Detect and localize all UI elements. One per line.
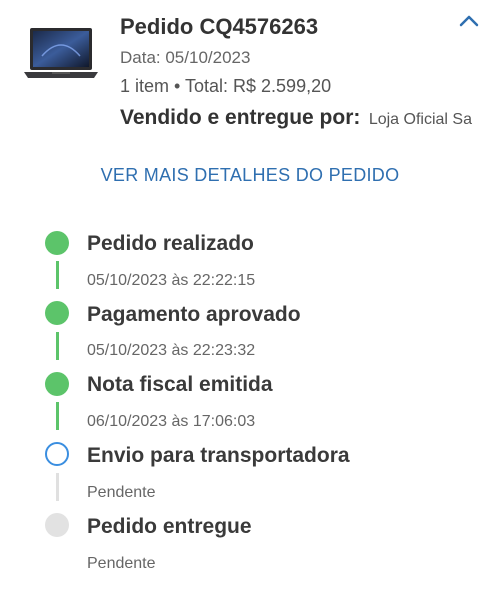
step-status: Pendente xyxy=(87,484,156,501)
step-title: Envio para transportadora xyxy=(87,444,350,467)
step-done-dot xyxy=(45,231,69,255)
step-current-dot xyxy=(45,442,69,466)
step-title: Nota fiscal emitida xyxy=(87,373,273,396)
order-summary: 1 item • Total: R$ 2.599,20 xyxy=(120,76,332,96)
seller-info: Vendido e entregue por: Loja Oficial Sa xyxy=(120,106,500,130)
step-done-dot xyxy=(45,372,69,396)
order-title: Pedido CQ4576263 xyxy=(120,14,319,39)
step-timestamp: 05/10/2023 às 22:23:32 xyxy=(87,342,256,359)
step-status: Pendente xyxy=(87,555,156,572)
order-details-link[interactable]: VER MAIS DETALHES DO PEDIDO xyxy=(0,165,500,186)
step-connector xyxy=(56,261,59,289)
step-title: Pagamento aprovado xyxy=(87,303,301,326)
step-pending-dot xyxy=(45,513,69,537)
step-done-dot xyxy=(45,301,69,325)
step-connector xyxy=(56,332,59,360)
step-timestamp: 06/10/2023 às 17:06:03 xyxy=(87,413,256,430)
seller-label: Vendido e entregue por: xyxy=(120,106,361,129)
step-connector xyxy=(56,473,59,501)
laptop-image xyxy=(24,28,98,78)
step-timestamp: 05/10/2023 às 22:22:15 xyxy=(87,272,256,289)
step-connector xyxy=(56,402,59,430)
chevron-up-icon[interactable] xyxy=(458,12,480,28)
step-title: Pedido entregue xyxy=(87,515,252,538)
order-date: Data: 05/10/2023 xyxy=(120,48,251,67)
step-title: Pedido realizado xyxy=(87,232,254,255)
seller-name: Loja Oficial Sa xyxy=(368,111,472,128)
